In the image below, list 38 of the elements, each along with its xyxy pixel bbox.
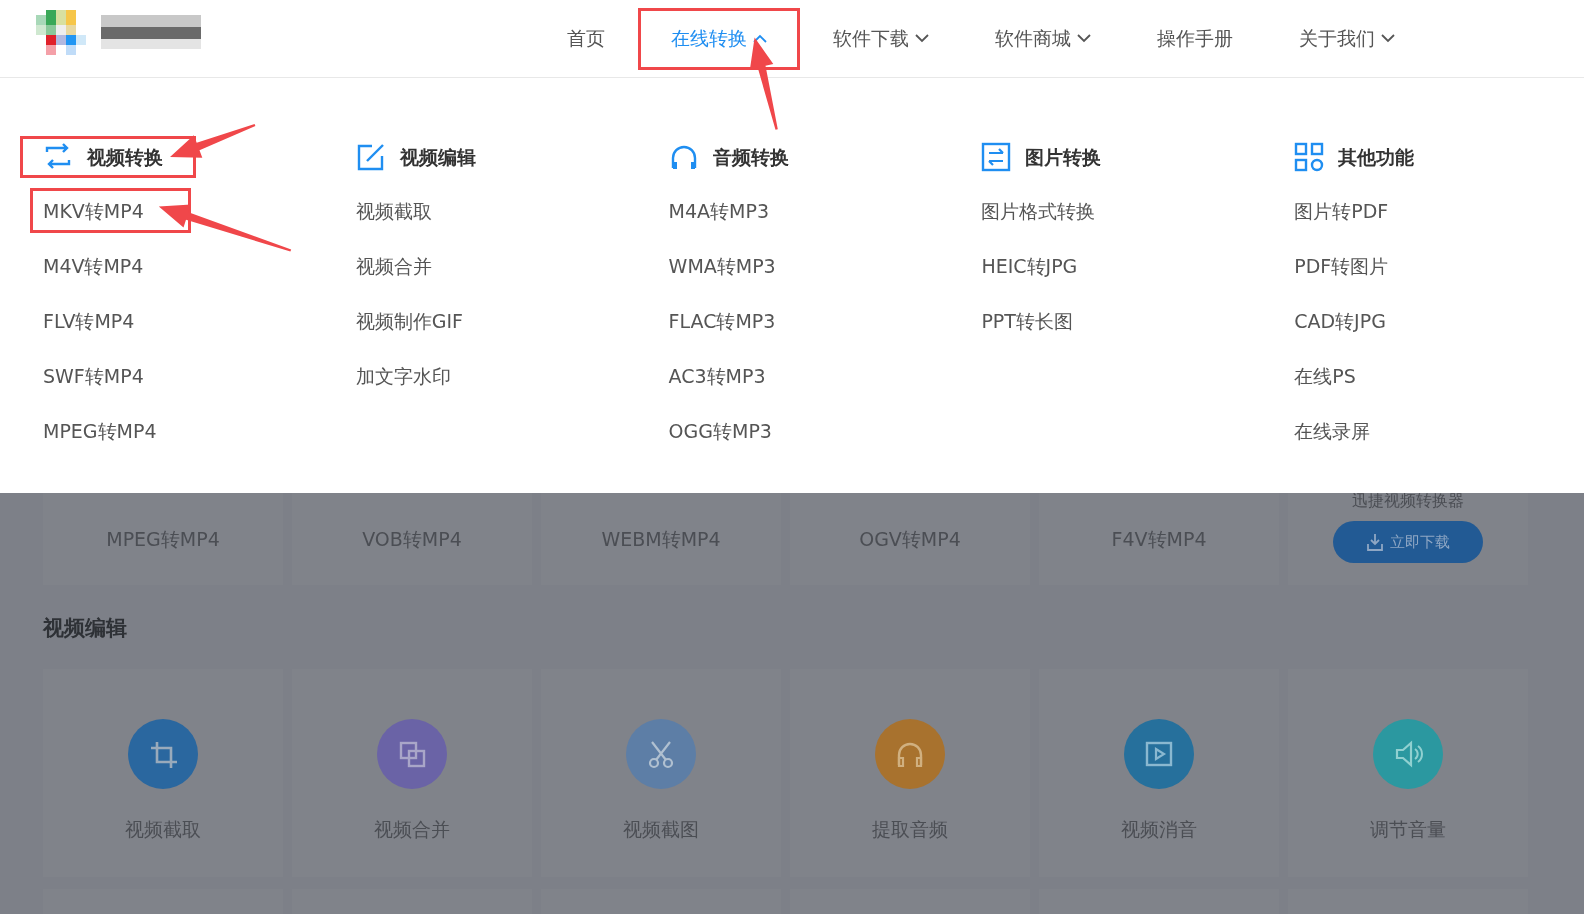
- menu-category[interactable]: 音频转换: [645, 136, 822, 178]
- menu-link[interactable]: M4V转MP4: [30, 243, 191, 288]
- grid-icon: [1294, 142, 1325, 172]
- menu-link[interactable]: 加文字水印: [342, 353, 498, 398]
- swap-arrows-icon: [981, 142, 1012, 172]
- menu-link[interactable]: CAD转JPG: [1281, 298, 1433, 343]
- nav-link[interactable]: 关于我们: [1266, 7, 1428, 70]
- menu-link[interactable]: PDF转图片: [1281, 243, 1436, 288]
- menu-link[interactable]: MKV转MP4: [30, 188, 191, 233]
- menu-link[interactable]: M4A转MP3: [655, 188, 816, 233]
- nav-link[interactable]: 软件商城: [962, 7, 1124, 70]
- menu-link[interactable]: SWF转MP4: [30, 353, 191, 398]
- menu-category[interactable]: 图片转换: [958, 136, 1135, 178]
- speaker-icon: [1393, 738, 1423, 769]
- menu-link[interactable]: 视频制作GIF: [342, 298, 511, 343]
- menu-link[interactable]: 在线录屏: [1281, 408, 1418, 453]
- menu-link[interactable]: HEIC转JPG: [968, 243, 1125, 288]
- menu-link[interactable]: FLAC转MP3: [655, 298, 823, 343]
- edit-icon: [355, 142, 386, 172]
- nav-link[interactable]: 操作手册: [1124, 7, 1266, 70]
- menu-link[interactable]: OGG转MP3: [655, 408, 819, 453]
- menu-link[interactable]: 在线PS: [1281, 353, 1403, 398]
- nav-link[interactable]: 首页: [534, 7, 638, 70]
- menu-link[interactable]: 视频截取: [342, 188, 479, 233]
- menu-category[interactable]: 其他功能: [1271, 136, 1448, 178]
- menu-link[interactable]: FLV转MP4: [30, 298, 182, 343]
- menu-link[interactable]: 视频合并: [342, 243, 479, 288]
- menu-link[interactable]: 图片转PDF: [1281, 188, 1436, 233]
- nav-link[interactable]: 软件下载: [800, 7, 962, 70]
- menu-link[interactable]: PPT转长图: [968, 298, 1120, 343]
- section-title: 视频编辑: [43, 615, 128, 642]
- download-icon: [1366, 533, 1384, 551]
- menu-category[interactable]: 视频转换: [20, 136, 196, 178]
- menu-link[interactable]: WMA转MP3: [655, 243, 823, 288]
- menu-link[interactable]: 图片格式转换: [968, 188, 1143, 233]
- menu-link[interactable]: AC3转MP3: [655, 353, 813, 398]
- menu-category[interactable]: 视频编辑: [332, 136, 509, 178]
- menu-link[interactable]: MPEG转MP4: [30, 408, 204, 453]
